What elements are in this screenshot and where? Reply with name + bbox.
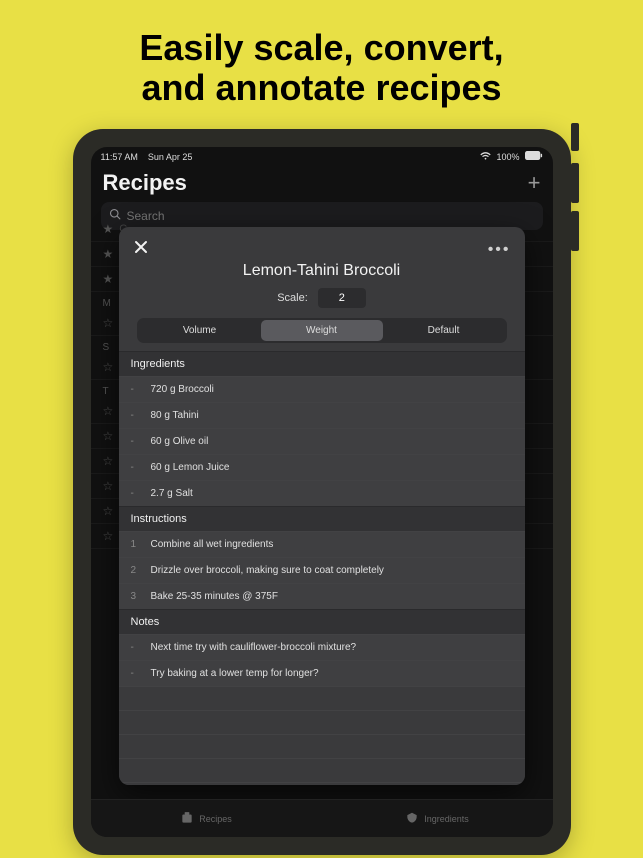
hardware-buttons	[571, 123, 579, 259]
status-right: 100%	[480, 151, 542, 162]
section-header-instructions: Instructions	[119, 506, 525, 531]
recipe-title: Lemon-Tahini Broccoli	[133, 262, 511, 280]
instruction-text: Bake 25-35 minutes @ 375F	[151, 591, 278, 602]
modal-body[interactable]: Ingredients -720 g Broccoli -80 g Tahini…	[119, 351, 525, 785]
headline-line-1: Easily scale, convert,	[20, 28, 623, 68]
recipe-modal: ••• Lemon-Tahini Broccoli Scale: Volume …	[119, 227, 525, 785]
status-time: 11:57 AM	[101, 152, 138, 162]
ingredient-row[interactable]: -2.7 g Salt	[119, 480, 525, 506]
tab-recipes[interactable]: Recipes	[91, 800, 322, 837]
tab-ingredients[interactable]: Ingredients	[322, 800, 553, 837]
screen: 11:57 AM Sun Apr 25 100% Recipes +	[91, 147, 553, 837]
ingredient-text: 2.7 g Salt	[151, 488, 193, 499]
headline-line-2: and annotate recipes	[20, 68, 623, 108]
app-header: Recipes +	[91, 166, 553, 198]
ingredient-row[interactable]: -60 g Lemon Juice	[119, 454, 525, 480]
ingredient-row[interactable]: -80 g Tahini	[119, 402, 525, 428]
tab-bar: Recipes Ingredients	[91, 799, 553, 837]
instruction-row[interactable]: 1Combine all wet ingredients	[119, 531, 525, 557]
ipad-frame: 11:57 AM Sun Apr 25 100% Recipes +	[73, 129, 571, 855]
instruction-row[interactable]: 3Bake 25-35 minutes @ 375F	[119, 583, 525, 609]
scale-label: Scale:	[277, 292, 308, 304]
section-header-notes: Notes	[119, 609, 525, 634]
ingredient-row[interactable]: -720 g Broccoli	[119, 376, 525, 402]
page-title: Recipes	[103, 170, 187, 196]
note-text: Try baking at a lower temp for longer?	[151, 668, 319, 679]
segment-default[interactable]: Default	[383, 320, 505, 341]
recipes-icon	[180, 811, 194, 827]
note-text: Next time try with cauliflower-broccoli …	[151, 642, 357, 653]
scale-input[interactable]	[318, 288, 366, 308]
battery-icon	[525, 151, 543, 162]
close-button[interactable]	[133, 239, 149, 260]
segment-weight[interactable]: Weight	[261, 320, 383, 341]
note-row[interactable]: -Try baking at a lower temp for longer?	[119, 660, 525, 686]
segment-volume[interactable]: Volume	[139, 320, 261, 341]
instruction-text: Combine all wet ingredients	[151, 539, 274, 550]
note-row[interactable]: -Next time try with cauliflower-broccoli…	[119, 634, 525, 660]
instruction-row[interactable]: 2Drizzle over broccoli, making sure to c…	[119, 557, 525, 583]
tab-label: Ingredients	[424, 814, 469, 824]
ingredient-text: 60 g Olive oil	[151, 436, 209, 447]
status-battery-text: 100%	[496, 152, 519, 162]
ingredient-row[interactable]: -60 g Olive oil	[119, 428, 525, 454]
ingredient-text: 60 g Lemon Juice	[151, 462, 230, 473]
status-bar: 11:57 AM Sun Apr 25 100%	[91, 147, 553, 166]
section-header-ingredients: Ingredients	[119, 351, 525, 376]
marketing-headline: Easily scale, convert, and annotate reci…	[0, 0, 643, 129]
scale-control: Scale:	[133, 288, 511, 308]
add-recipe-button[interactable]: +	[528, 170, 541, 196]
more-options-button[interactable]: •••	[488, 241, 511, 259]
tab-label: Recipes	[199, 814, 232, 824]
instruction-text: Drizzle over broccoli, making sure to co…	[151, 565, 384, 576]
unit-segmented-control[interactable]: Volume Weight Default	[137, 318, 507, 343]
status-left: 11:57 AM Sun Apr 25	[101, 152, 193, 162]
status-date: Sun Apr 25	[148, 152, 193, 162]
ingredient-text: 720 g Broccoli	[151, 384, 214, 395]
ingredient-text: 80 g Tahini	[151, 410, 199, 421]
modal-header: ••• Lemon-Tahini Broccoli Scale: Volume …	[119, 227, 525, 351]
ingredients-icon	[405, 811, 419, 827]
wifi-icon	[480, 152, 491, 162]
